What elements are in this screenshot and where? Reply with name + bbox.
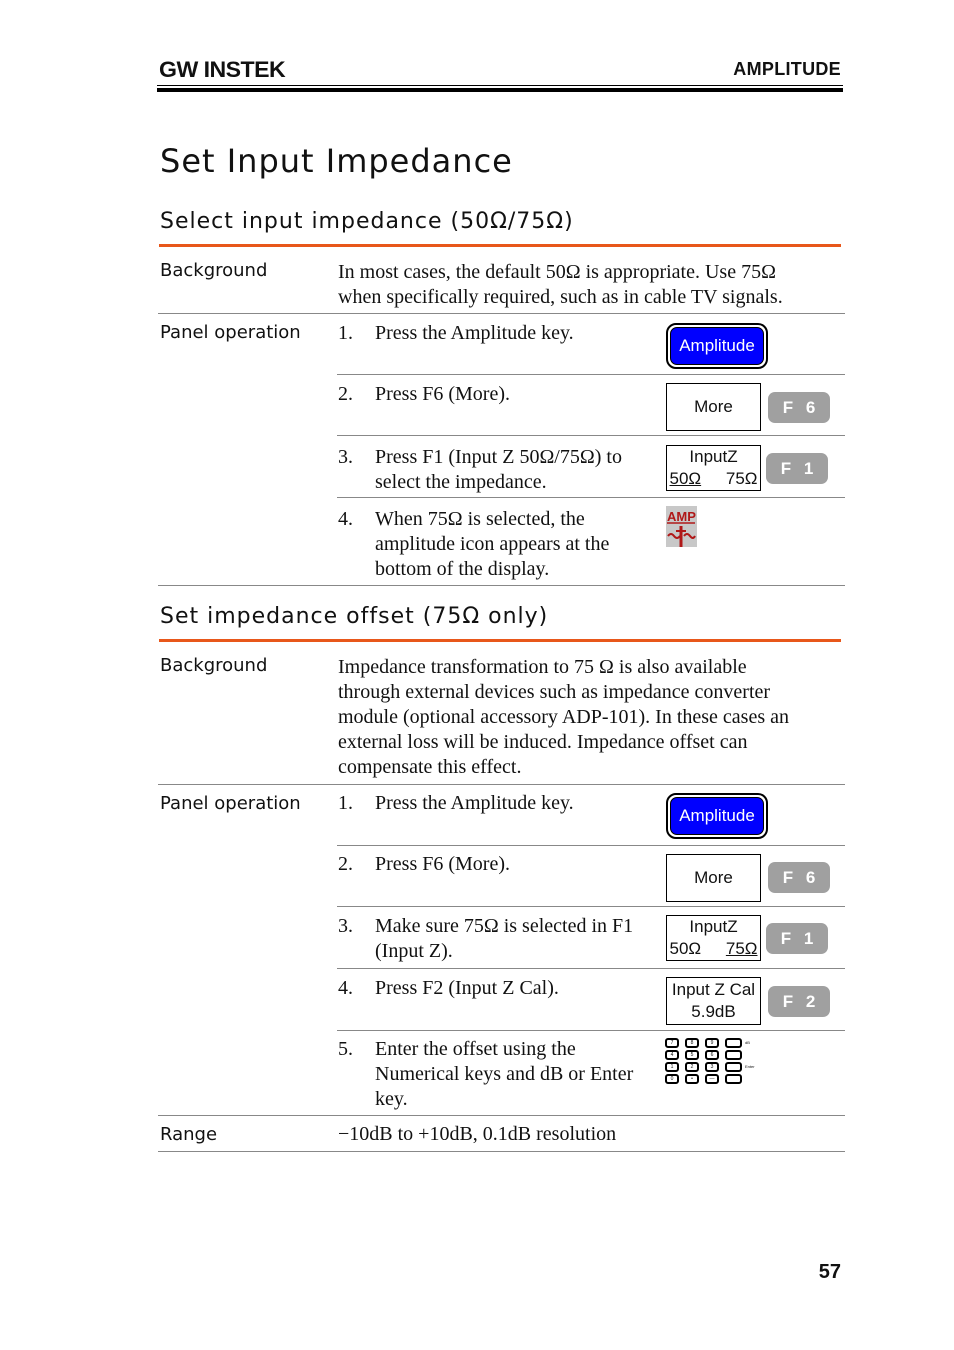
section-underline [159, 639, 841, 642]
background-label: Background [160, 260, 268, 281]
divider [337, 968, 845, 969]
step-number: 4. [338, 977, 353, 999]
option-50ohm: 50Ω [669, 939, 702, 958]
amp-75ohm-icon: AMP [666, 506, 697, 547]
divider [337, 435, 845, 436]
keypad-side-label: dB [745, 1040, 750, 1045]
divider [337, 497, 845, 498]
step-text: Press F6 (More). [375, 853, 510, 875]
step-text: Enter the offset using the Numerical key… [375, 1038, 634, 1110]
step-number: 2. [338, 383, 353, 405]
more-softkey[interactable]: More [666, 854, 761, 902]
svg-text:AMP: AMP [667, 509, 696, 524]
step-text: Press F6 (More). [375, 383, 510, 405]
range-label: Range [160, 1124, 218, 1145]
step-text: Make sure 75Ω is selected in F1 (Input Z… [375, 915, 634, 962]
page-number: 57 [818, 1261, 841, 1283]
keypad-key: 1 [665, 1062, 679, 1072]
divider [158, 1115, 845, 1116]
amplitude-key[interactable]: Amplitude [666, 793, 768, 839]
step-text: Press F1 (Input Z 50Ω/75Ω) to select the… [375, 446, 622, 493]
keypad-key: • [685, 1074, 699, 1084]
step-number: 2. [338, 853, 353, 875]
inputz-softkey[interactable]: InputZ 50Ω 75Ω [666, 445, 761, 491]
option-75ohm: 75Ω [725, 469, 758, 488]
keypad-key [725, 1050, 742, 1060]
keypad-key: 5 [685, 1050, 699, 1060]
keypad-key [725, 1074, 742, 1084]
keypad-side-label: Enter [745, 1064, 755, 1069]
section-title: Set impedance offset (75Ω only) [160, 604, 549, 629]
brand-logo: GW INSTEK [159, 57, 286, 82]
header-rule-thick [157, 88, 843, 92]
panel-operation-label: Panel operation [160, 322, 301, 343]
step-number: 3. [338, 915, 353, 937]
step-text: Press F2 (Input Z Cal). [375, 977, 559, 999]
page-title: Set Input Impedance [160, 142, 513, 180]
keypad-key: 6 [705, 1050, 719, 1060]
f1-key[interactable]: F 1 [766, 923, 828, 954]
step-text: Press the Amplitude key. [375, 792, 574, 814]
f1-key[interactable]: F 1 [766, 453, 828, 484]
divider [158, 585, 845, 586]
keypad-key: 3 [705, 1062, 719, 1072]
keypad-key: 4 [665, 1050, 679, 1060]
step-number: 5. [338, 1038, 353, 1060]
f6-key[interactable]: F 6 [768, 862, 830, 893]
more-softkey[interactable]: More [666, 383, 761, 431]
keypad-key [725, 1038, 742, 1048]
divider [337, 374, 845, 375]
inputz-softkey[interactable]: InputZ 50Ω 75Ω [666, 915, 761, 961]
divider [158, 1151, 845, 1152]
background-text: Impedance transformation to 75 Ω is also… [338, 656, 789, 778]
keypad-key: 2 [685, 1062, 699, 1072]
step-number: 1. [338, 792, 353, 814]
option-75ohm: 75Ω [725, 939, 758, 958]
divider [337, 845, 845, 846]
divider [337, 1030, 845, 1031]
keypad-key: 0 [665, 1074, 679, 1084]
section-underline [159, 244, 841, 247]
background-text: In most cases, the default 50Ω is approp… [338, 261, 783, 308]
step-number: 1. [338, 322, 353, 344]
background-label: Background [160, 655, 268, 676]
keypad-key [725, 1062, 742, 1072]
section-title: Select input impedance (50Ω/75Ω) [160, 209, 574, 234]
keypad-key: 8 [685, 1038, 699, 1048]
panel-operation-label: Panel operation [160, 793, 301, 814]
chapter-name: AMPLITUDE [733, 59, 841, 79]
keypad-key: — [705, 1074, 719, 1084]
inputz-cal-softkey[interactable]: Input Z Cal 5.9dB [666, 977, 761, 1025]
divider [337, 906, 845, 907]
f2-key[interactable]: F 2 [768, 986, 830, 1017]
step-text: Press the Amplitude key. [375, 322, 574, 344]
divider [158, 313, 845, 314]
option-50ohm: 50Ω [669, 469, 702, 488]
step-number: 3. [338, 446, 353, 468]
f6-key[interactable]: F 6 [768, 392, 830, 423]
divider [158, 784, 845, 785]
keypad-key: 9 [705, 1038, 719, 1048]
step-text: When 75Ω is selected, the amplitude icon… [375, 508, 610, 580]
amplitude-key[interactable]: Amplitude [666, 323, 768, 369]
range-text: −10dB to +10dB, 0.1dB resolution [338, 1123, 617, 1145]
keypad-key: 7 [665, 1038, 679, 1048]
header-rule-thin [157, 85, 843, 86]
step-number: 4. [338, 508, 353, 530]
